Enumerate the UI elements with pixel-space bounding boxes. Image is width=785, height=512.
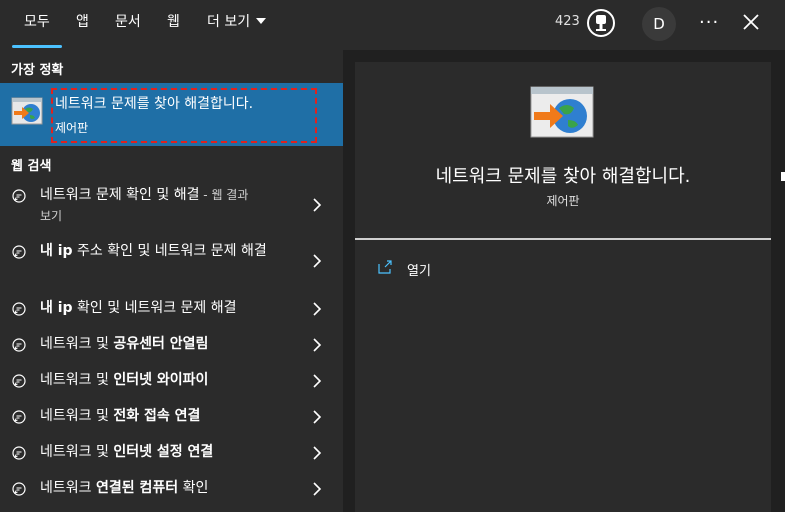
best-match-subtitle: 제어판 — [55, 121, 89, 135]
tab-all[interactable]: 모두 — [24, 0, 50, 48]
search-icon — [12, 374, 26, 388]
web-result-suffix-line2: 보기 — [40, 209, 63, 223]
search-icon — [12, 482, 26, 496]
results-panel: 가장 정확 네트워크 문제를 찾아 해결합니다. 제어판 웹 검색 네트워크 문… — [0, 50, 343, 512]
search-icon — [12, 245, 26, 259]
tab-more-label: 더 보기 — [207, 14, 251, 30]
search-icon — [12, 189, 26, 203]
more-options-icon[interactable]: ··· — [699, 12, 719, 33]
web-result-text: 네트워크 문제 확인 및 해결 — [40, 187, 200, 203]
tab-more[interactable]: 더 보기 — [207, 0, 267, 48]
chevron-right-icon — [313, 482, 322, 496]
web-result-text: 네트워크 및 — [40, 336, 114, 352]
chevron-right-icon — [313, 446, 322, 460]
tab-web-label: 웹 — [167, 14, 180, 30]
web-result-text: 확인 및 네트워크 문제 해결 — [72, 300, 237, 316]
chevron-right-icon — [313, 338, 322, 352]
chevron-down-icon — [256, 18, 267, 24]
web-result-item[interactable]: 네트워크 및 공유센터 안열림 — [0, 333, 343, 357]
active-tab-indicator — [12, 45, 62, 48]
open-button[interactable]: 열기 — [377, 258, 497, 282]
preview-subtitle: 제어판 — [546, 194, 580, 208]
chevron-right-icon — [313, 254, 322, 268]
search-icon — [12, 338, 26, 352]
web-result-bold: 내 ip — [40, 300, 73, 316]
tab-documents[interactable]: 문서 — [115, 0, 141, 48]
web-result-text: 네트워크 및 — [40, 408, 114, 424]
web-result-item[interactable]: 네트워크 문제 확인 및 해결 - 웹 결과 보기 — [0, 183, 343, 227]
web-result-text-tail: 확인 — [178, 480, 209, 496]
web-result-bold: 인터넷 와이파이 — [113, 372, 209, 388]
best-match-item[interactable]: 네트워크 문제를 찾아 해결합니다. 제어판 — [0, 83, 343, 146]
web-result-bold: 공유센터 안열림 — [113, 336, 209, 352]
tab-web[interactable]: 웹 — [167, 0, 180, 48]
tab-apps[interactable]: 앱 — [76, 0, 89, 48]
preview-panel: 네트워크 문제를 찾아 해결합니다. 제어판 열기 — [355, 62, 771, 512]
web-result-item[interactable]: 내 ip 주소 확인 및 네트워크 문제 해결 — [0, 239, 343, 283]
open-label: 열기 — [407, 264, 431, 279]
reward-medal-icon[interactable] — [585, 7, 617, 39]
preview-divider — [355, 238, 771, 240]
web-result-text: 네트워크 및 — [40, 444, 114, 460]
chevron-right-icon — [313, 198, 322, 212]
chevron-right-icon — [313, 410, 322, 424]
top-bar: 모두 앱 문서 웹 더 보기 423 D ··· — [0, 0, 785, 50]
web-result-item[interactable]: 네트워크 및 인터넷 설정 연결 — [0, 441, 343, 465]
web-result-text: 네트워크 및 — [40, 372, 114, 388]
avatar[interactable]: D — [642, 7, 676, 41]
web-result-item[interactable]: 네트워크 및 인터넷 와이파이 — [0, 369, 343, 393]
web-result-bold: 전화 접속 연결 — [113, 408, 201, 424]
web-result-item[interactable]: 네트워크 및 전화 접속 연결 — [0, 405, 343, 429]
preview-title: 네트워크 문제를 찾아 해결합니다. — [435, 166, 691, 187]
tab-all-label: 모두 — [24, 14, 50, 30]
background-edge-mark — [781, 172, 785, 181]
search-icon — [12, 302, 26, 316]
close-icon[interactable] — [741, 12, 761, 32]
web-result-bold: 인터넷 설정 연결 — [113, 444, 214, 460]
web-result-suffix: - 웹 결과 — [199, 188, 249, 202]
best-match-title: 네트워크 문제를 찾아 해결합니다. — [55, 96, 254, 112]
search-icon — [12, 410, 26, 424]
web-result-bold: 연결된 컴퓨터 — [95, 480, 179, 496]
network-troubleshoot-icon — [530, 86, 594, 138]
web-result-item[interactable]: 내 ip 확인 및 네트워크 문제 해결 — [0, 297, 343, 321]
network-troubleshoot-icon — [11, 97, 43, 125]
open-external-icon — [378, 260, 392, 274]
best-match-heading: 가장 정확 — [11, 63, 64, 78]
web-result-item[interactable]: 네트워크 연결된 컴퓨터 확인 — [0, 477, 343, 501]
rewards-points: 423 — [555, 14, 580, 29]
web-result-text: 주소 확인 및 네트워크 문제 해결 — [72, 243, 267, 259]
web-result-bold: 내 ip — [40, 243, 73, 259]
search-icon — [12, 446, 26, 460]
chevron-right-icon — [313, 374, 322, 388]
chevron-right-icon — [313, 302, 322, 316]
web-result-text: 네트워크 — [40, 480, 96, 496]
tab-documents-label: 문서 — [115, 14, 141, 30]
tab-apps-label: 앱 — [76, 14, 89, 30]
web-search-heading: 웹 검색 — [11, 159, 52, 174]
